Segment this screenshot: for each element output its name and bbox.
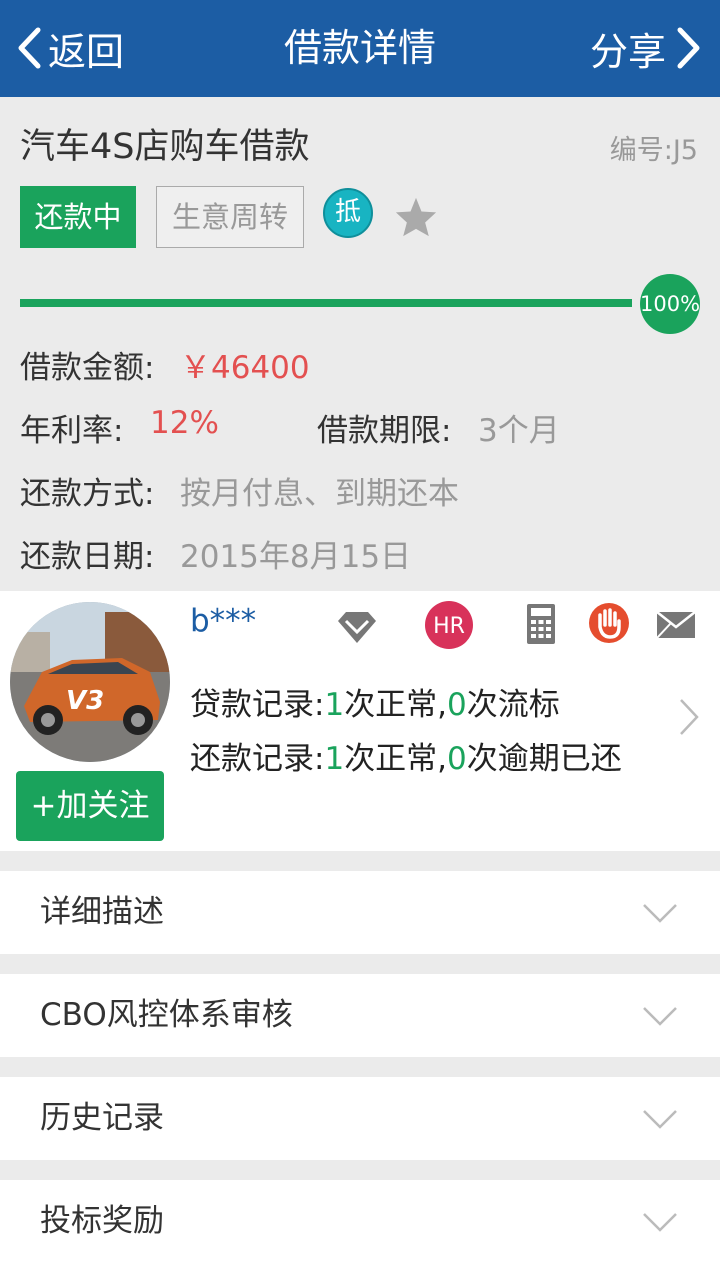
section-description[interactable]: 详细描述 [0,871,720,954]
calculator-icon[interactable] [526,603,556,645]
progress-bar [20,299,632,307]
chevron-down-icon [643,1110,677,1129]
hand-icon[interactable] [588,601,630,645]
loan-title: 汽车4S店购车借款 [20,127,310,167]
car-photo: V3 [10,602,170,762]
purpose-tag: 生意周转 [156,186,304,248]
share-button[interactable]: 分享 [590,18,702,78]
repay-date-label: 还款日期: [20,539,155,575]
loan-normal-count: 1 [324,687,345,723]
repay-normal-count: 1 [324,741,345,777]
loan-record: 贷款记录:1次正常,0次流标 [190,679,560,724]
avatar-logo-text: V3 [66,686,104,716]
hr-icon[interactable]: HR [424,600,474,650]
repay-record-prefix: 还款记录: [190,741,325,777]
loan-failed-count: 0 [447,687,467,723]
borrower-username: b*** [190,603,257,639]
chevron-right-icon[interactable] [678,697,700,737]
status-badge: 还款中 [20,186,136,248]
loan-failed-text: 次流标 [466,687,560,723]
repay-record: 还款记录:1次正常,0次逾期已还 [190,733,622,778]
share-label: 分享 [589,29,666,74]
repay-method-label: 还款方式: [20,476,155,512]
repay-overdue-count: 0 [447,741,467,777]
star-icon[interactable] [394,196,438,238]
repay-normal-text: 次正常, [344,741,448,777]
mail-icon[interactable] [656,611,696,639]
section-history[interactable]: 历史记录 [0,1077,720,1160]
section-cbo-review[interactable]: CBO风控体系审核 [0,974,720,1057]
avatar[interactable]: V3 [10,602,170,762]
term-value: 3个月 [478,413,560,449]
repay-date-value: 2015年8月15日 [180,539,412,575]
borrower-card[interactable]: V3 +加关注 b*** HR 贷款记录:1次正常,0次流标 还款记录:1次正常… [0,591,720,851]
chevron-down-icon [643,904,677,923]
diamond-icon[interactable] [334,609,380,647]
chevron-down-icon [643,1007,677,1026]
section-bid-reward[interactable]: 投标奖励 [0,1180,720,1263]
section-label: 详细描述 [40,894,164,930]
repay-method-value: 按月付息、到期还本 [180,476,459,512]
rate-value: 12% [150,405,219,441]
follow-button[interactable]: +加关注 [16,771,164,841]
top-nav-bar: 返回 借款详情 分享 [0,0,720,97]
loan-number: 编号:J5 [609,135,698,166]
repay-overdue-text: 次逾期已还 [466,741,622,777]
term-label: 借款期限: [317,413,452,449]
chevron-down-icon [643,1213,677,1232]
chevron-right-icon [677,27,700,69]
section-label: 历史记录 [40,1100,164,1136]
hr-icon-label: HR [433,614,465,639]
loan-record-prefix: 贷款记录: [190,687,325,723]
section-label: 投标奖励 [40,1203,164,1239]
mortgage-icon: 抵 [323,188,373,238]
rate-label: 年利率: [20,413,124,449]
amount-label: 借款金额: [20,350,155,386]
progress-percent-badge: 100% [640,274,700,334]
loan-normal-text: 次正常, [344,687,448,723]
amount-value: ￥46400 [180,350,310,386]
section-label: CBO风控体系审核 [40,997,293,1033]
